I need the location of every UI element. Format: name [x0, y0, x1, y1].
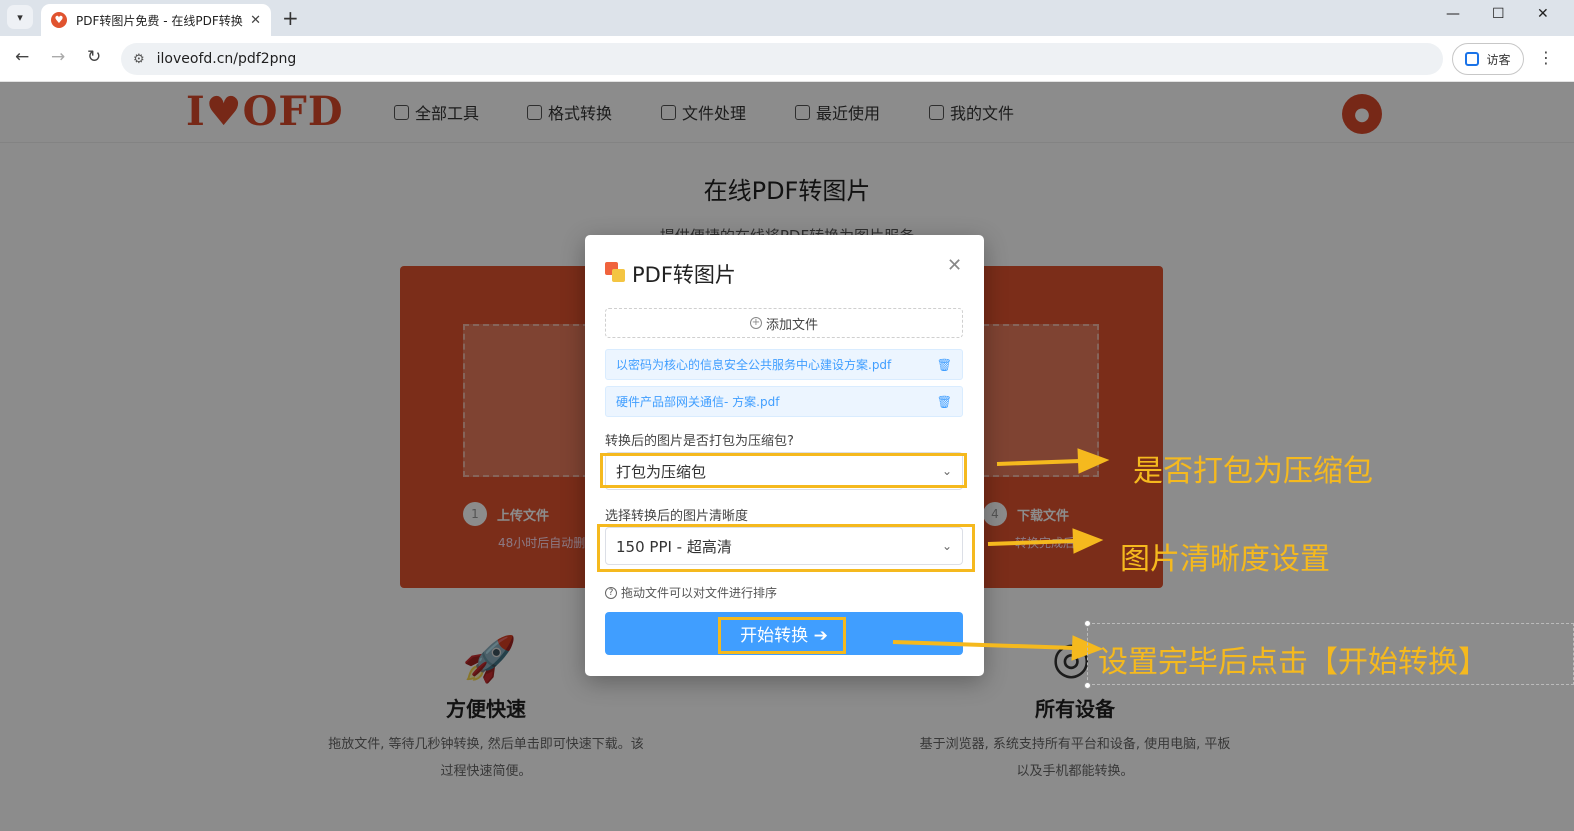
- arrow-zip-head: [1077, 448, 1110, 474]
- annotation-zip: 是否打包为压缩包: [1133, 454, 1373, 489]
- annotation-start: 设置完毕后点击【开始转换】: [1098, 645, 1488, 680]
- arrow-start: [892, 640, 1076, 650]
- arrow-zip: [996, 459, 1081, 466]
- arrow-quality: [987, 539, 1076, 546]
- resize-handle[interactable]: [1084, 620, 1091, 627]
- annotation-quality: 图片清晰度设置: [1120, 542, 1330, 577]
- resize-handle[interactable]: [1084, 682, 1091, 689]
- arrow-quality-head: [1072, 528, 1104, 554]
- annotation-arrows: [892, 448, 1110, 661]
